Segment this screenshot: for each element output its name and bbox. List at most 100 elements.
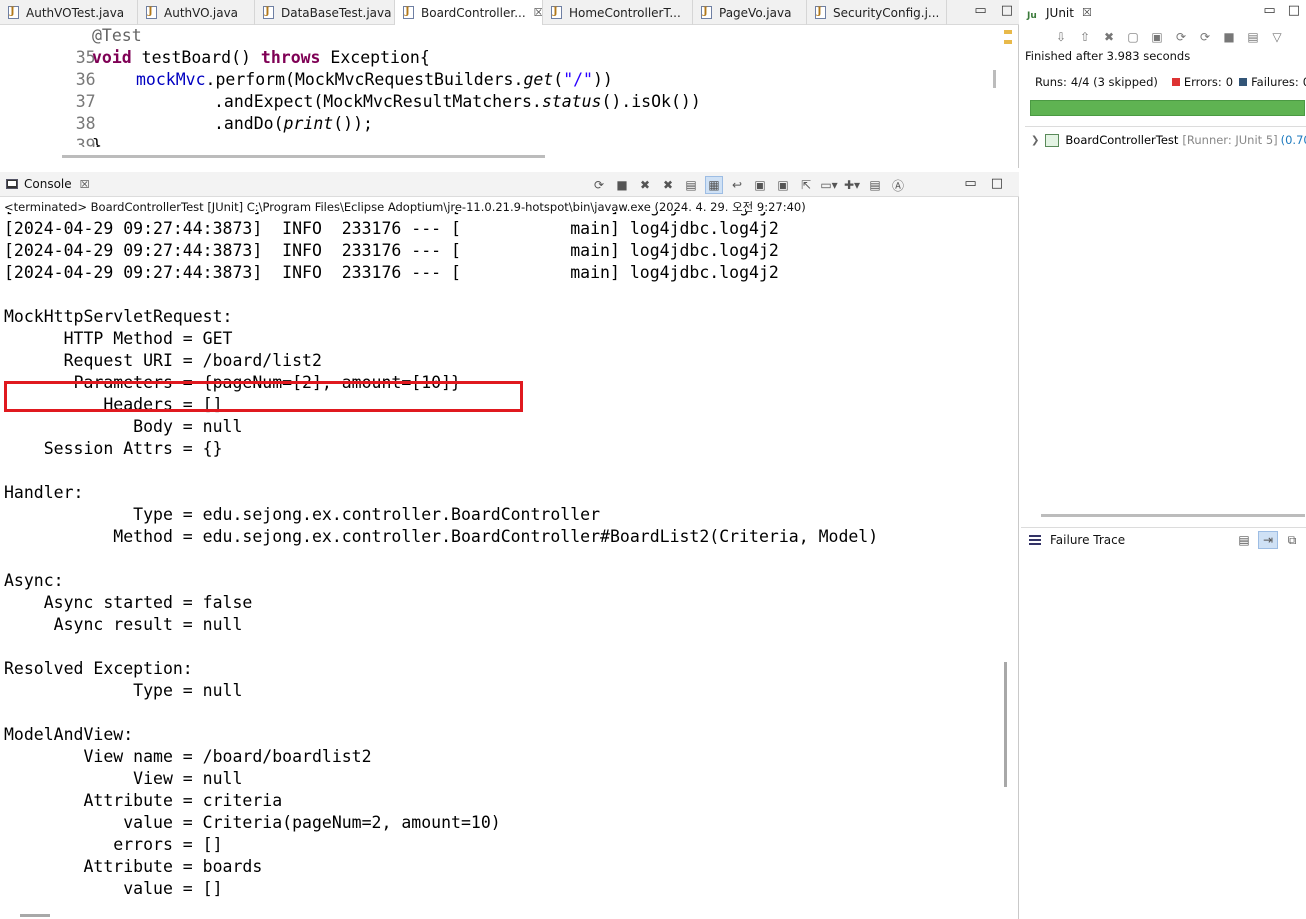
java-file-icon	[551, 6, 562, 19]
tab-label: PageVo.java	[719, 5, 792, 20]
tab-authvotest[interactable]: AuthVOTest.java	[0, 0, 138, 25]
remove-all-icon[interactable]: ✖	[659, 176, 677, 194]
console-line: Attribute = criteria	[4, 791, 283, 810]
rerun-test-icon[interactable]: ⟳	[1171, 28, 1191, 46]
console-icon	[6, 179, 18, 189]
close-icon[interactable]: ☒	[1082, 6, 1092, 19]
occurrence-marker[interactable]	[1004, 40, 1012, 44]
java-file-icon	[815, 6, 826, 19]
console-header: Console ☒ ⟳ ■ ✖ ✖ ▤ ▦ ↩ ▣ ▣ ⇱ ▭▾ ✚▾ ▤ Ⓐ …	[0, 172, 1019, 197]
console-horizontal-scrollbar[interactable]	[20, 914, 50, 917]
tab-securityconfig[interactable]: SecurityConfig.j...	[807, 0, 947, 25]
copy-trace-icon[interactable]: ⧉	[1282, 531, 1302, 549]
minimize-icon[interactable]: ▭	[1263, 3, 1275, 18]
console-line: Async:	[4, 571, 64, 590]
code-text: }	[92, 136, 102, 147]
console-toolbar: ⟳ ■ ✖ ✖ ▤ ▦ ↩ ▣ ▣ ⇱ ▭▾ ✚▾ ▤ Ⓐ	[590, 176, 907, 194]
minimize-icon[interactable]: ▭	[974, 3, 986, 18]
display-console-icon[interactable]: ▭▾	[820, 176, 838, 194]
java-file-icon	[8, 6, 19, 19]
console-line: Async result = null	[4, 615, 243, 634]
code-area[interactable]: 35 @Test 36 void testBoard() throws Exce…	[0, 25, 990, 147]
show-skipped-icon[interactable]: ▢	[1123, 28, 1143, 46]
failure-icon	[1239, 78, 1248, 86]
chevron-right-icon[interactable]: ❯	[1031, 135, 1039, 146]
code-line: 39 .andDo(print());	[0, 113, 990, 147]
editor-horizontal-scrollbar[interactable]	[62, 155, 545, 158]
tab-databasetest[interactable]: DataBaseTest.java	[255, 0, 395, 25]
console-line: Session Attrs = {}	[4, 439, 223, 458]
editor-window-controls: ▭ □	[974, 3, 1013, 18]
console-line: Request URI = /board/list2	[4, 351, 322, 370]
console-line: value = []	[4, 879, 223, 898]
console-line: Attribute = boards	[4, 857, 263, 876]
tab-boardcontroller[interactable]: BoardController... ☒	[395, 0, 543, 25]
console-line: Async started = false	[4, 593, 253, 612]
parameters-highlight-box	[4, 381, 523, 412]
failure-trace-label: Failure Trace	[1050, 532, 1126, 547]
rerun-failed-icon[interactable]: ⟳	[1195, 28, 1215, 46]
java-file-icon	[263, 6, 274, 19]
error-icon	[1171, 78, 1180, 86]
remove-launch-icon[interactable]: ✖	[636, 176, 654, 194]
runs-label: Runs:	[1035, 75, 1067, 89]
word-wrap-icon[interactable]: ↩	[728, 176, 746, 194]
close-icon[interactable]: ☒	[80, 178, 90, 191]
relaunch-icon[interactable]: ⟳	[590, 176, 608, 194]
overview-ruler	[1004, 30, 1012, 50]
code-line: 35 @Test	[0, 25, 990, 67]
test-runner: [Runner: JUnit 5]	[1182, 133, 1278, 147]
code-text: @Test	[92, 26, 142, 45]
tab-homecontrollertest[interactable]: HomeControllerT...	[543, 0, 693, 25]
scroll-lock-icon[interactable]: ▣	[1147, 28, 1167, 46]
jvm-icon[interactable]: Ⓐ	[889, 176, 907, 194]
java-file-icon	[403, 6, 414, 19]
previous-failure-icon[interactable]: ⇧	[1075, 28, 1095, 46]
editor-vertical-scrollbar[interactable]	[993, 70, 996, 88]
junit-icon	[1027, 7, 1041, 19]
failure-trace-toolbar: ▤ ⇥ ⧉	[1234, 531, 1302, 549]
tab-pagevo[interactable]: PageVo.java	[693, 0, 807, 25]
console-line: HTTP Method = GET	[4, 329, 233, 348]
console-line: View = null	[4, 769, 243, 788]
maximize-icon[interactable]: □	[1288, 3, 1300, 18]
show-on-output-icon[interactable]: ▣	[751, 176, 769, 194]
clear-console-icon[interactable]: ▤	[682, 176, 700, 194]
stop-icon[interactable]: ■	[1219, 28, 1239, 46]
console-tab-label: Console	[24, 177, 72, 191]
test-tree-item[interactable]: ❯ BoardControllerTest [Runner: JUnit 5] …	[1031, 133, 1306, 147]
code-line: 40 }	[0, 135, 990, 147]
occurrence-marker[interactable]	[1004, 30, 1012, 34]
tab-console[interactable]: Console ☒	[0, 177, 90, 191]
code-editor[interactable]: AuthVOTest.java AuthVO.java DataBaseTest…	[0, 0, 1019, 168]
junit-tab-label[interactable]: JUnit	[1046, 6, 1074, 20]
test-counters: Runs: 4/4 (3 skipped) Errors: 0 Failures…	[1035, 75, 1306, 89]
failures-label: Failures:	[1251, 75, 1299, 89]
code-text: .andDo(print());	[214, 114, 373, 133]
filter-stack-icon[interactable]: ⇥	[1258, 531, 1278, 549]
show-failures-only-icon[interactable]: ✖	[1099, 28, 1119, 46]
console-output[interactable]: [2024-04-29 09:27:44:3873] INFO 233176 -…	[0, 212, 1005, 912]
test-run-history-icon[interactable]: ▤	[1243, 28, 1263, 46]
console-line: View name = /board/boardlist2	[4, 747, 372, 766]
console-window-controls: ▭ □	[964, 176, 1003, 191]
junit-sash[interactable]	[1041, 514, 1305, 517]
compare-icon[interactable]: ▤	[1234, 531, 1254, 549]
open-console-icon[interactable]: ✚▾	[843, 176, 861, 194]
console-vertical-scrollbar[interactable]	[1004, 662, 1007, 787]
pin-console-icon[interactable]: ⇱	[797, 176, 815, 194]
tab-authvo[interactable]: AuthVO.java	[138, 0, 255, 25]
copy-icon[interactable]: ▤	[866, 176, 884, 194]
minimize-icon[interactable]: ▭	[964, 176, 976, 191]
next-failure-icon[interactable]: ⇩	[1051, 28, 1071, 46]
show-on-error-icon[interactable]: ▣	[774, 176, 792, 194]
view-menu-icon[interactable]: ▽	[1267, 28, 1287, 46]
junit-view: JUnit ☒ ▭ □ ⇩ ⇧ ✖ ▢ ▣ ⟳ ⟳ ■ ▤ ▽ Finished…	[1021, 0, 1306, 919]
maximize-icon[interactable]: □	[1001, 3, 1013, 18]
maximize-icon[interactable]: □	[991, 176, 1003, 191]
runs-value: 4/4 (3 skipped)	[1070, 75, 1158, 89]
scroll-lock-icon[interactable]: ▦	[705, 176, 723, 194]
tab-label: SecurityConfig.j...	[833, 5, 940, 20]
terminate-icon[interactable]: ■	[613, 176, 631, 194]
close-icon[interactable]: ☒	[534, 6, 542, 19]
